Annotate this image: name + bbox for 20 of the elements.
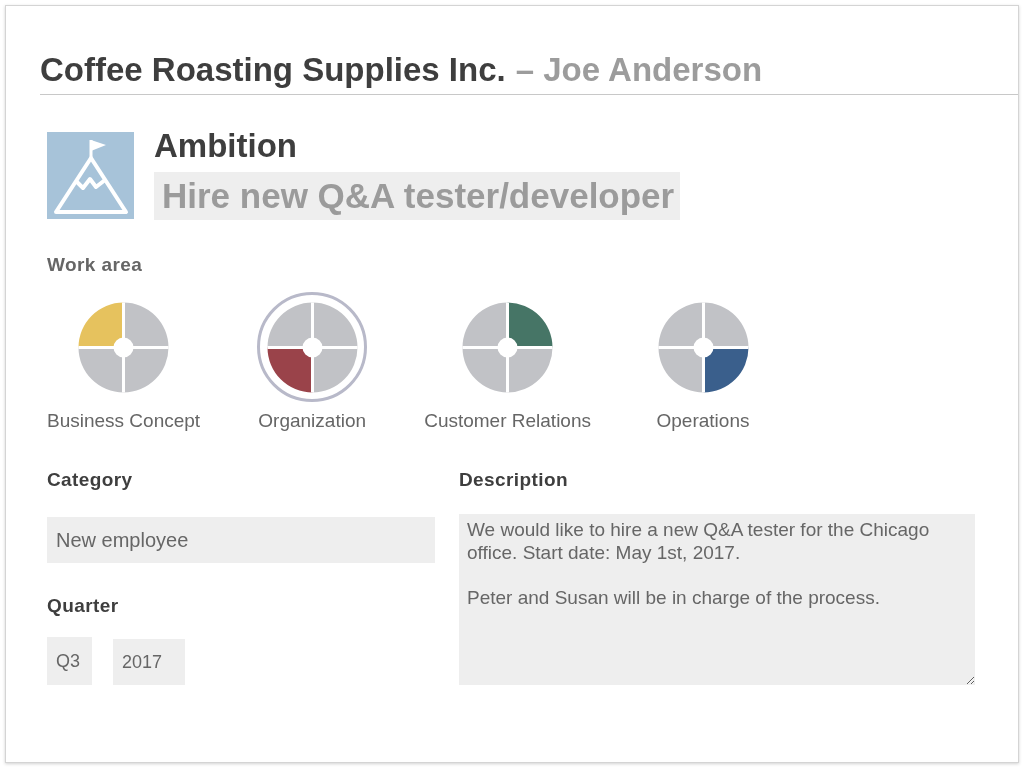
quadrant-wheel-icon — [266, 301, 358, 393]
description-label: Description — [459, 469, 568, 491]
work-area-option[interactable]: Business Concept — [47, 292, 201, 432]
mountain-flag-icon — [47, 132, 134, 219]
year-field[interactable]: 2017 — [113, 639, 185, 685]
work-area-label: Work area — [47, 254, 143, 276]
quadrant-wheel-icon — [78, 301, 170, 393]
quarter-label: Quarter — [47, 595, 119, 617]
quadrant-wheel-icon — [657, 301, 749, 393]
goal-type-heading: Ambition — [154, 128, 297, 164]
work-area-option[interactable]: Operations — [648, 292, 758, 432]
category-field[interactable]: New employee — [47, 517, 435, 563]
work-area-option[interactable]: Organization — [257, 292, 368, 432]
work-area-option[interactable]: Customer Relations — [424, 292, 591, 432]
person-name: – Joe Anderson — [515, 50, 763, 90]
category-label: Category — [47, 469, 133, 491]
quadrant-wheel-icon — [462, 301, 554, 393]
company-name: Coffee Roasting Supplies Inc. — [40, 50, 506, 90]
quarter-field[interactable]: Q3 — [47, 637, 92, 685]
description-field[interactable]: We would like to hire a new Q&A tester for the Chicago office. Start date: May 1st, 2017. Peter and Susan will be in charge of the process. — [459, 514, 975, 685]
